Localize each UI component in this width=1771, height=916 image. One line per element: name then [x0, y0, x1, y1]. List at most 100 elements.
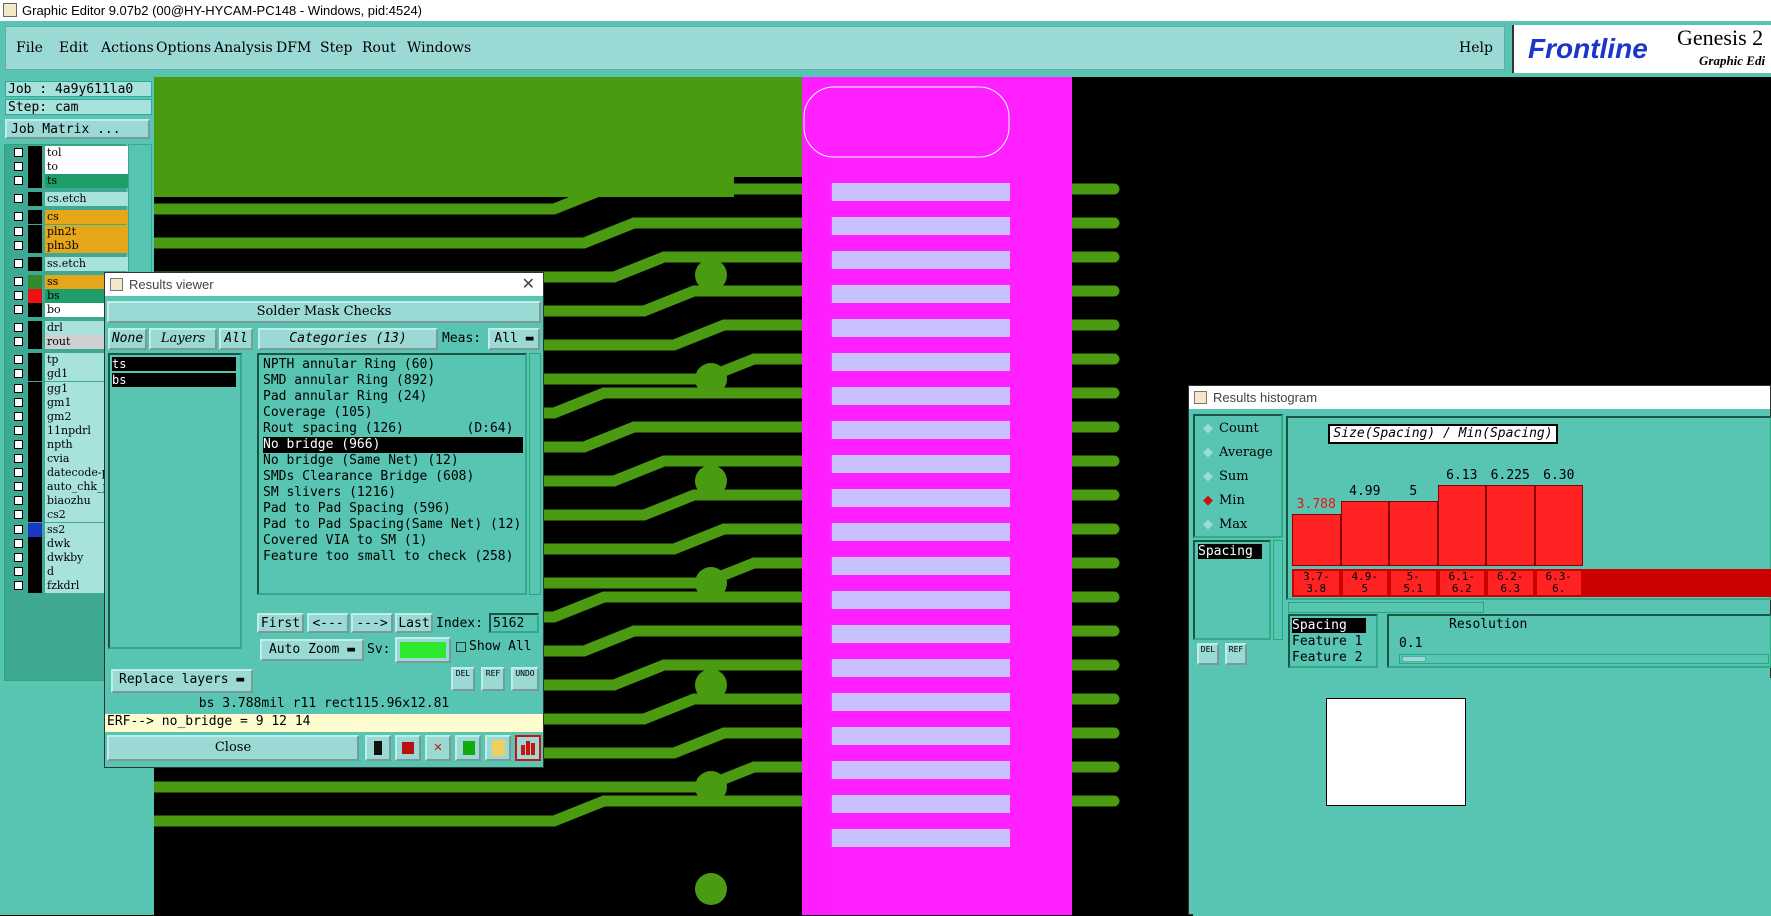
layer-checkbox[interactable] — [14, 580, 23, 590]
category-item[interactable]: No bridge (Same Net) (12) — [263, 453, 459, 469]
layer-color-swatch[interactable] — [28, 536, 42, 551]
layer-name[interactable]: pln2t — [45, 224, 135, 239]
layers-list[interactable]: ts bs — [108, 353, 242, 649]
histogram-hscroll[interactable] — [1288, 602, 1484, 613]
layer-name[interactable]: ss.etch — [45, 256, 135, 271]
category-item[interactable]: Rout spacing (126) (D:64) — [263, 421, 513, 437]
layer-color-swatch[interactable] — [28, 564, 42, 579]
hist-del-button[interactable]: DEL — [1197, 643, 1219, 665]
categories-button[interactable]: Categories (13) — [258, 328, 438, 350]
resolution-slider-thumb[interactable] — [1402, 656, 1426, 662]
index-input[interactable] — [489, 613, 539, 633]
close-button[interactable]: Close — [107, 735, 359, 761]
histogram-bar[interactable] — [1486, 485, 1535, 566]
stat-option-min[interactable]: ◆ Min — [1203, 493, 1245, 508]
resolution-slider[interactable] — [1399, 654, 1769, 664]
layer-row-pln3b[interactable]: pln3b — [11, 238, 135, 253]
menu-options[interactable]: Options — [156, 40, 211, 56]
layer-checkbox[interactable] — [14, 524, 23, 534]
layer-checkbox[interactable] — [14, 552, 23, 562]
layer-row-cs.etch[interactable]: cs.etch — [11, 192, 135, 207]
layer-checkbox[interactable] — [14, 538, 23, 548]
layer-checkbox[interactable] — [14, 194, 23, 204]
menu-rout[interactable]: Rout — [362, 40, 396, 56]
feature-item-spacing[interactable]: Spacing — [1292, 618, 1366, 633]
layer-color-swatch[interactable] — [28, 174, 42, 189]
layer-checkbox[interactable] — [14, 240, 23, 250]
layer-color-swatch[interactable] — [28, 192, 42, 207]
layer-name[interactable]: ts — [45, 174, 135, 189]
histogram-list-item[interactable]: Spacing — [1198, 544, 1262, 559]
layer-color-swatch[interactable] — [28, 321, 42, 336]
layer-color-swatch[interactable] — [28, 288, 42, 303]
layer-checkbox[interactable] — [14, 383, 23, 393]
menu-step[interactable]: Step — [320, 40, 352, 56]
categories-list[interactable]: NPTH annular Ring (60) SMD annular Ring (… — [257, 353, 527, 595]
radio-diamond-icon[interactable]: ◆ — [1203, 493, 1213, 508]
histogram-bar[interactable] — [1534, 485, 1583, 566]
layer-checkbox[interactable] — [14, 439, 23, 449]
menu-analysis[interactable]: Analysis — [214, 40, 273, 56]
layer-row-to[interactable]: to — [11, 160, 135, 175]
layer-checkbox[interactable] — [14, 496, 23, 506]
stat-option-count[interactable]: ◆ Count — [1203, 421, 1259, 436]
layer-checkbox[interactable] — [14, 566, 23, 576]
category-item[interactable]: SM slivers (1216) — [263, 485, 396, 501]
feature-item-1[interactable]: Feature 1 — [1292, 634, 1362, 649]
layer-color-swatch[interactable] — [28, 480, 42, 495]
category-item[interactable]: Pad to Pad Spacing (596) — [263, 501, 451, 517]
menu-file[interactable]: File — [16, 40, 43, 56]
layer-color-swatch[interactable] — [28, 256, 42, 271]
radio-diamond-icon[interactable]: ◆ — [1203, 469, 1213, 484]
layer-color-swatch[interactable] — [28, 353, 42, 368]
first-button[interactable]: First — [257, 613, 304, 633]
report-icon[interactable] — [365, 735, 391, 761]
layer-row-tol[interactable]: tol — [11, 146, 135, 160]
layer-checkbox[interactable] — [14, 369, 23, 379]
sv-color-select[interactable] — [395, 637, 451, 663]
layer-color-swatch[interactable] — [28, 452, 42, 466]
prev-button[interactable]: <--- — [307, 613, 349, 633]
layer-color-swatch[interactable] — [28, 146, 42, 160]
category-item[interactable]: SMDs Clearance Bridge (608) — [263, 469, 474, 485]
layer-color-swatch[interactable] — [28, 160, 42, 175]
next-button[interactable]: ---> — [351, 613, 393, 633]
auto-zoom-select[interactable]: Auto Zoom ▬ — [260, 639, 364, 661]
layer-checkbox[interactable] — [14, 226, 23, 236]
histogram-bar[interactable] — [1340, 501, 1389, 566]
layer-checkbox[interactable] — [14, 305, 23, 314]
stat-option-max[interactable]: ◆ Max — [1203, 517, 1247, 532]
layers-button[interactable]: Layers — [149, 328, 217, 350]
layer-color-swatch[interactable] — [28, 522, 42, 537]
category-item[interactable]: Pad to Pad Spacing(Same Net) (12) — [263, 517, 521, 533]
layer-checkbox[interactable] — [14, 425, 23, 435]
stat-option-average[interactable]: ◆ Average — [1203, 445, 1273, 460]
layer-name[interactable]: pln3b — [45, 238, 135, 253]
hist-ref-button[interactable]: REF — [1225, 643, 1247, 665]
job-matrix-button[interactable]: Job Matrix ... — [5, 119, 150, 139]
layer-row-cs[interactable]: cs — [11, 210, 135, 225]
layer-checkbox[interactable] — [14, 148, 23, 157]
category-item[interactable]: Covered VIA to SM (1) — [263, 533, 427, 549]
layer-checkbox[interactable] — [14, 482, 23, 492]
layer-checkbox[interactable] — [14, 258, 23, 268]
layer-color-swatch[interactable] — [28, 437, 42, 452]
layer-checkbox[interactable] — [14, 176, 23, 186]
del-button[interactable]: DEL — [451, 667, 475, 691]
layer-checkbox[interactable] — [14, 468, 23, 478]
category-item[interactable]: NPTH annular Ring (60) — [263, 357, 435, 373]
stop-icon[interactable] — [395, 735, 421, 761]
layer-color-swatch[interactable] — [28, 409, 42, 424]
layer-color-swatch[interactable] — [28, 578, 42, 593]
histogram-list-scrollbar[interactable] — [1273, 540, 1283, 640]
layer-row-pln2t[interactable]: pln2t — [11, 224, 135, 239]
layer-checkbox[interactable] — [14, 355, 23, 365]
layer-color-swatch[interactable] — [28, 466, 42, 481]
menu-actions[interactable]: Actions — [101, 40, 154, 56]
histogram-bar[interactable] — [1389, 501, 1438, 566]
menu-dfm[interactable]: DFM — [276, 40, 311, 56]
category-item[interactable]: Feature too small to check (258) — [263, 549, 513, 565]
layer-color-swatch[interactable] — [28, 395, 42, 410]
category-item[interactable]: SMD annular Ring (892) — [263, 373, 435, 389]
layer-color-swatch[interactable] — [28, 238, 42, 253]
